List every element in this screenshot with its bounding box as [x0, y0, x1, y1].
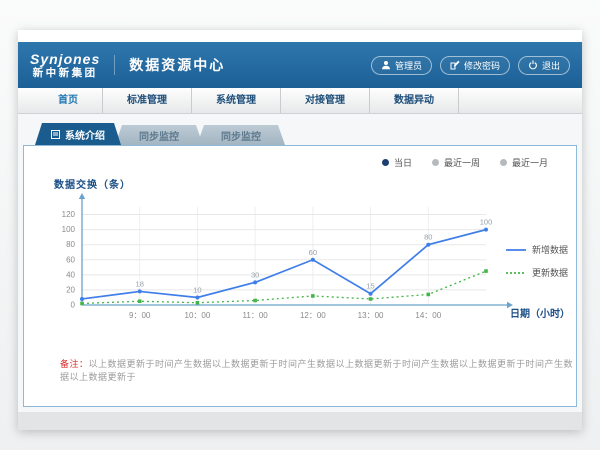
chart-legend: 新增数据更新数据	[506, 243, 568, 279]
nav-item[interactable]: 标准管理	[103, 88, 192, 113]
tab[interactable]: 同步监控	[197, 125, 285, 145]
brand-logo-text: Synjones	[30, 51, 100, 67]
svg-text:9：00: 9：00	[129, 311, 151, 320]
tab[interactable]: 系统介绍	[35, 123, 121, 145]
nav-item[interactable]: 首页	[34, 88, 103, 113]
edit-icon	[450, 60, 460, 70]
app-header: Synjones 新中新集团 数据资源中心 管理员 修改密码	[18, 42, 582, 88]
svg-text:10：00: 10：00	[185, 311, 211, 320]
chart-y-axis-title: 数据交换（条）	[54, 176, 576, 191]
svg-text:100: 100	[480, 218, 493, 227]
svg-text:18: 18	[136, 279, 144, 288]
svg-text:40: 40	[66, 270, 75, 279]
legend-line-icon	[506, 247, 526, 253]
logout-label: 退出	[542, 59, 560, 72]
logout-button[interactable]: 退出	[518, 56, 570, 75]
svg-text:100: 100	[62, 225, 76, 234]
nav-item[interactable]: 系统管理	[192, 88, 281, 113]
tab-label: 同步监控	[139, 128, 179, 143]
tab-label: 系统介绍	[65, 127, 105, 142]
tab-bar: 系统介绍 同步监控 同步监控	[23, 123, 577, 145]
svg-text:120: 120	[62, 210, 76, 219]
svg-text:13：00: 13：00	[358, 311, 384, 320]
line-chart: 0 20 40 60 80 100 120 9：00 10：00 11：00 12：00 13：00 1…	[40, 191, 516, 333]
brand-logo-cn: 新中新集团	[30, 67, 100, 79]
svg-text:11：00: 11：00	[243, 311, 269, 320]
radio-option[interactable]: 当日	[382, 156, 412, 169]
svg-text:0: 0	[71, 301, 76, 310]
document-icon	[51, 130, 60, 139]
radio-label: 最近一周	[444, 156, 480, 169]
date-range-filter: 当日 最近一周 最近一月	[24, 146, 576, 169]
chart-x-axis-title: 日期（小时）	[510, 305, 570, 320]
legend-item[interactable]: 新增数据	[506, 243, 568, 256]
power-icon	[528, 60, 538, 70]
svg-text:80: 80	[66, 240, 75, 249]
nav-item[interactable]: 数据异动	[370, 88, 459, 113]
radio-dot-icon	[382, 159, 389, 166]
radio-dot-icon	[432, 159, 439, 166]
system-intro-panel: 当日 最近一周 最近一月 数据交换（条） 0 20 40 60 80 100 120 9：00 10…	[23, 145, 577, 407]
footnote: 备注：以上数据更新于时间产生数据以上数据更新于时间产生数据以上数据更新于时间产生…	[60, 357, 576, 383]
radio-label: 最近一月	[512, 156, 548, 169]
radio-label: 当日	[394, 156, 412, 169]
change-password-label: 修改密码	[464, 59, 500, 72]
footnote-text: 以上数据更新于时间产生数据以上数据更新于时间产生数据以上数据更新于时间产生数据以…	[60, 359, 573, 382]
change-password-button[interactable]: 修改密码	[440, 56, 510, 75]
screen-background: Synjones 新中新集团 数据资源中心 管理员 修改密码	[0, 0, 600, 450]
user-icon	[381, 60, 391, 70]
header-actions: 管理员 修改密码 退出	[371, 56, 570, 75]
radio-option[interactable]: 最近一周	[432, 156, 480, 169]
tab-label: 同步监控	[221, 128, 261, 143]
current-user-label: 管理员	[395, 59, 422, 72]
radio-dot-icon	[500, 159, 507, 166]
current-user-button[interactable]: 管理员	[371, 56, 432, 75]
nav-item[interactable]: 对接管理	[281, 88, 370, 113]
footnote-label: 备注：	[60, 359, 89, 369]
chart-container: 0 20 40 60 80 100 120 9：00 10：00 11：00 12：00 13：00 1…	[40, 191, 576, 333]
content-area: 系统介绍 同步监控 同步监控 当日 最近一周 最近一月 数据交换（条） 0 20 40 60 8…	[18, 114, 582, 412]
svg-text:14：00: 14：00	[415, 311, 441, 320]
page-footer-strip	[18, 412, 582, 430]
svg-text:12：00: 12：00	[300, 311, 326, 320]
browser-page: Synjones 新中新集团 数据资源中心 管理员 修改密码	[18, 30, 582, 430]
brand-logo: Synjones 新中新集团	[30, 51, 112, 79]
page-top-strip	[18, 30, 582, 42]
svg-text:15: 15	[366, 282, 374, 291]
svg-text:10: 10	[193, 285, 201, 294]
legend-item[interactable]: 更新数据	[506, 266, 568, 279]
legend-line-icon	[506, 270, 526, 276]
svg-text:60: 60	[309, 248, 317, 257]
svg-text:20: 20	[66, 285, 75, 294]
main-nav: 首页标准管理系统管理对接管理数据异动	[18, 88, 582, 114]
svg-text:60: 60	[66, 255, 75, 264]
page-title: 数据资源中心	[114, 55, 225, 75]
radio-option[interactable]: 最近一月	[500, 156, 548, 169]
svg-text:80: 80	[424, 233, 432, 242]
legend-label: 新增数据	[532, 243, 568, 256]
tab[interactable]: 同步监控	[115, 125, 203, 145]
legend-label: 更新数据	[532, 266, 568, 279]
svg-text:30: 30	[251, 270, 259, 279]
